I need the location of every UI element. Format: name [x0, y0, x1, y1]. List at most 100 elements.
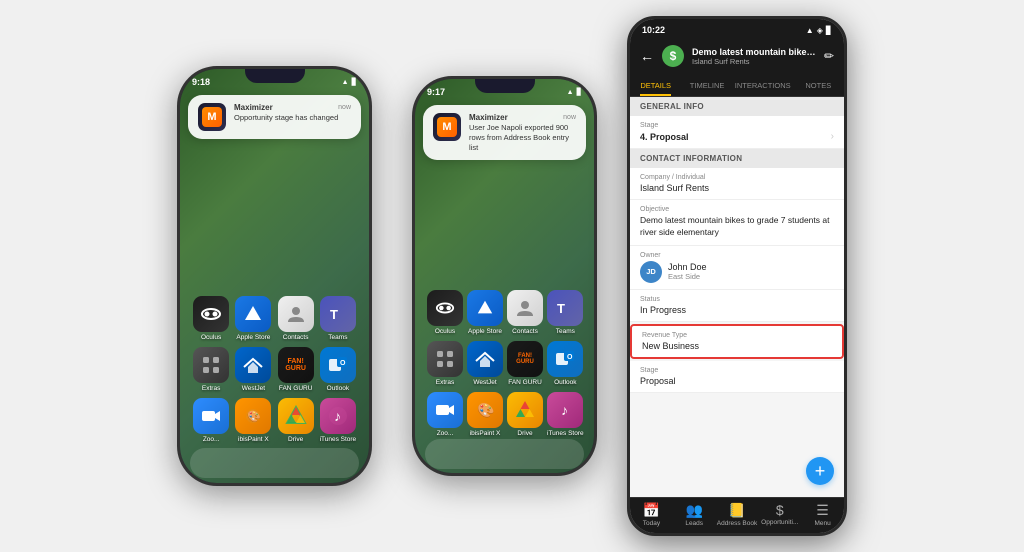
- company-value: Island Surf Rents: [640, 183, 834, 193]
- owner-team: East Side: [668, 272, 707, 281]
- svg-text:🎨: 🎨: [247, 409, 261, 423]
- edit-button[interactable]: ✏: [824, 49, 834, 63]
- bottom-bar-menu[interactable]: ☰ Menu: [801, 502, 844, 527]
- bottom-bar-opportunities[interactable]: $ Opportuniti...: [758, 502, 801, 527]
- svg-text:🎨: 🎨: [477, 401, 494, 419]
- app-drive-2[interactable]: Drive: [507, 392, 543, 437]
- android-screen: 10:22 ▲ ◈ ▊ ← $ Demo latest mountain bik…: [630, 19, 844, 533]
- back-button[interactable]: ←: [640, 48, 654, 64]
- stage-label: Stage: [640, 122, 834, 129]
- revenue-type-field: Revenue Type New Business: [630, 324, 844, 359]
- contacts-icon-2: [507, 290, 543, 326]
- zoom-label-2: Zoo...: [437, 430, 454, 437]
- extras-label-2: Extras: [436, 379, 454, 386]
- notif-time-1: now: [338, 104, 351, 111]
- dock-1: [190, 448, 359, 478]
- oculus-icon-2: [427, 290, 463, 326]
- objective-field: Objective Demo latest mountain bikes to …: [630, 200, 844, 246]
- app-teams-2[interactable]: T Teams: [547, 290, 584, 335]
- app-itunes-2[interactable]: ♪ iTunes Store: [547, 392, 584, 437]
- app-ibispaint-2[interactable]: 🎨 ibisPaint X: [467, 392, 503, 437]
- app-zoom-2[interactable]: Zoo...: [427, 392, 463, 437]
- applestore-icon-1: [235, 296, 271, 332]
- outlook-label-2: Outlook: [554, 379, 576, 386]
- svg-text:♪: ♪: [334, 408, 341, 424]
- fab-add-button[interactable]: +: [806, 457, 834, 485]
- applestore-label-1: Apple Store: [236, 334, 270, 341]
- general-info-header: General Info: [630, 97, 844, 116]
- dock-2: [425, 439, 584, 469]
- menu-label: Menu: [814, 520, 830, 527]
- app-fanguru-2[interactable]: FAN! GURU FAN GURU: [507, 341, 543, 386]
- notif-time-2: now: [563, 114, 576, 121]
- tab-details[interactable]: DETAILS: [630, 75, 681, 96]
- app-zoom-1[interactable]: Zoo...: [192, 398, 230, 443]
- android-tabs: DETAILS TIMELINE INTERACTIONS NOTES: [630, 75, 844, 97]
- outlook-icon-1: O: [320, 347, 356, 383]
- bottom-bar-today[interactable]: 📅 Today: [630, 502, 673, 527]
- notif-message-1: Opportunity stage has changed: [234, 113, 351, 123]
- app-ibispaint-1[interactable]: 🎨 ibisPaint X: [234, 398, 272, 443]
- app-oculus-2[interactable]: Oculus: [427, 290, 463, 335]
- notif-app-name-2: Maximizer: [469, 113, 508, 122]
- owner-info: John Doe East Side: [668, 262, 707, 281]
- android-time: 10:22: [642, 25, 665, 35]
- android-page-title: Demo latest mountain bikes ...: [692, 47, 816, 57]
- app-extras-2[interactable]: Extras: [427, 341, 463, 386]
- deal-icon: $: [662, 45, 684, 67]
- ibispaint-label-2: ibisPaint X: [470, 430, 501, 437]
- android-status-icons: ▲ ◈ ▊: [806, 26, 832, 35]
- svg-text:T: T: [330, 307, 338, 322]
- app-itunes-1[interactable]: ♪ iTunes Store: [319, 398, 357, 443]
- stage-field[interactable]: Stage 4. Proposal ›: [630, 116, 844, 149]
- app-westjet-1[interactable]: WestJet: [234, 347, 272, 392]
- contact-info-header: Contact Information: [630, 149, 844, 168]
- app-westjet-2[interactable]: WestJet: [467, 341, 503, 386]
- notif-message-2: User Joe Napoli exported 900 rows from A…: [469, 123, 576, 152]
- app-contacts-2[interactable]: Contacts: [507, 290, 543, 335]
- app-oculus-1[interactable]: Oculus: [192, 296, 230, 341]
- android-wifi-icon: ◈: [817, 26, 823, 35]
- owner-avatar: JD: [640, 261, 662, 283]
- itunes-label-1: iTunes Store: [320, 436, 357, 443]
- revenue-type-value: New Business: [642, 341, 832, 351]
- app-contacts-1[interactable]: Contacts: [277, 296, 315, 341]
- bottom-bar-addressbook[interactable]: 📒 Address Book: [716, 502, 759, 527]
- status-time-1: 9:18: [192, 77, 210, 87]
- android-battery-icon: ▊: [826, 26, 832, 35]
- notification-banner-1[interactable]: M Maximizer now Opportunity stage has ch…: [188, 95, 361, 139]
- app-fanguru-1[interactable]: FAN! GURU FAN GURU: [277, 347, 315, 392]
- app-applestore-2[interactable]: Apple Store: [467, 290, 503, 335]
- tab-notes[interactable]: NOTES: [793, 75, 844, 96]
- app-teams-1[interactable]: T Teams: [319, 296, 357, 341]
- app-outlook-2[interactable]: O Outlook: [547, 341, 584, 386]
- drive-icon-2: [507, 392, 543, 428]
- notification-banner-2[interactable]: M Maximizer now User Joe Napoli exported…: [423, 105, 586, 160]
- ibispaint-icon-1: 🎨: [235, 398, 271, 434]
- stage-value: 4. Proposal: [640, 132, 689, 142]
- itunes-icon-1: ♪: [320, 398, 356, 434]
- app-extras-1[interactable]: Extras: [192, 347, 230, 392]
- svg-text:T: T: [557, 301, 565, 316]
- app-applestore-1[interactable]: Apple Store: [234, 296, 272, 341]
- stage-bottom-label: Stage: [640, 367, 834, 374]
- extras-icon-1: [193, 347, 229, 383]
- notch1: [245, 69, 305, 83]
- android-phone: 10:22 ▲ ◈ ▊ ← $ Demo latest mountain bik…: [627, 16, 847, 536]
- bottom-bar-leads[interactable]: 👥 Leads: [673, 502, 716, 527]
- teams-icon-1: T: [320, 296, 356, 332]
- stage-value-row: 4. Proposal ›: [640, 131, 834, 142]
- contacts-icon-1: [278, 296, 314, 332]
- tab-interactions[interactable]: INTERACTIONS: [733, 75, 793, 96]
- ibispaint-icon-2: 🎨: [467, 392, 503, 428]
- company-field: Company / Individual Island Surf Rents: [630, 168, 844, 200]
- app-drive-1[interactable]: Drive: [277, 398, 315, 443]
- oculus-label-2: Oculus: [435, 328, 455, 335]
- addressbook-label: Address Book: [717, 520, 757, 527]
- tab-timeline[interactable]: TIMELINE: [681, 75, 732, 96]
- app-outlook-1[interactable]: O Outlook: [319, 347, 357, 392]
- opportunities-icon: $: [776, 502, 784, 518]
- extras-icon-2: [427, 341, 463, 377]
- status-icons-1: ▲ ▊: [342, 78, 357, 86]
- svg-text:♪: ♪: [561, 402, 568, 418]
